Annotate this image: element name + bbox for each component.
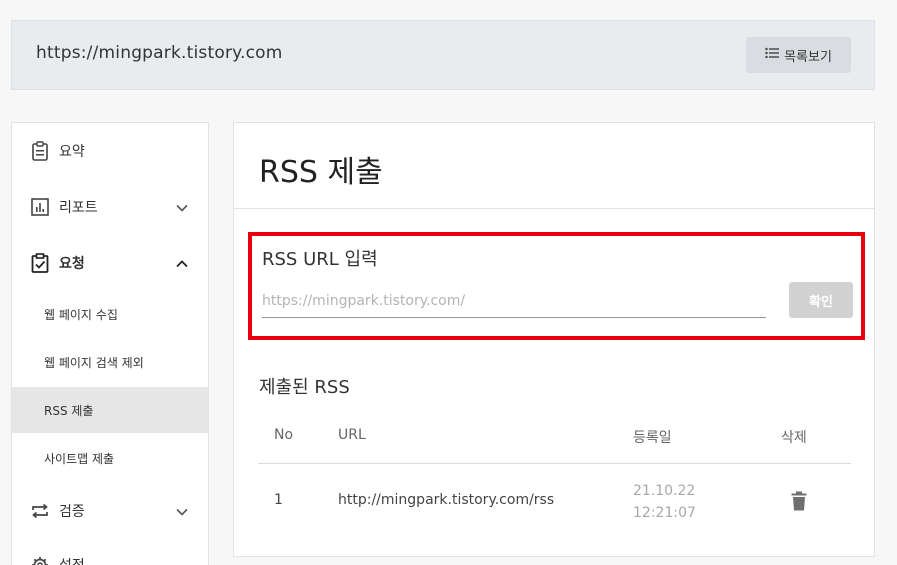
submitted-rss-title: 제출된 RSS [259,377,350,398]
column-header-delete: 삭제 [781,430,807,446]
sidebar-subitem-label: 웹 페이지 수집 [44,307,118,322]
sidebar-subitem-rss-submit[interactable]: RSS 제출 [12,387,208,433]
sidebar-item-label: 설정 [59,555,85,565]
site-url: https://mingpark.tistory.com [36,43,283,63]
chevron-up-icon [176,256,188,272]
list-view-label: 목록보기 [784,49,832,65]
sidebar-item-label: 요청 [59,256,85,272]
sidebar-item-label: 리포트 [59,200,98,216]
sidebar-subitem-sitemap-submit[interactable]: 사이트맵 제출 [12,435,208,481]
chevron-down-icon [176,200,188,216]
sidebar-item-summary[interactable]: 요약 [12,131,208,171]
sidebar-subitem-web-page-exclude[interactable]: 웹 페이지 검색 제외 [12,339,208,385]
sidebar-item-label: 요약 [59,144,85,160]
list-icon [765,47,780,63]
rss-url-input[interactable] [262,284,766,318]
trash-icon[interactable] [791,491,807,515]
repeat-icon [31,501,49,521]
confirm-button[interactable]: 확인 [789,282,853,318]
sidebar-item-label: 검증 [59,504,85,520]
bar-chart-icon [31,197,49,217]
sidebar-subitem-label: 웹 페이지 검색 제외 [44,355,144,370]
rss-input-section: RSS URL 입력 확인 [248,232,865,340]
sidebar-item-report[interactable]: 리포트 [12,187,208,227]
clipboard-icon [31,141,49,161]
table-divider [258,463,851,464]
list-view-button[interactable]: 목록보기 [746,37,851,73]
sidebar-subitem-label: RSS 제출 [44,403,94,418]
divider [234,208,874,209]
page-title: RSS 제출 [259,155,383,190]
sidebar-item-request[interactable]: 요청 [12,243,208,283]
sidebar-item-settings[interactable]: 설정 [12,545,208,565]
sidebar-subitem-label: 사이트맵 제출 [44,451,115,466]
sidebar: 요약 리포트 요청 웹 페이지 수집 웹 페이지 검색 제외 RSS 제출 사이… [11,122,209,565]
column-header-date: 등록일 [633,430,672,446]
sidebar-item-verify[interactable]: 검증 [12,491,208,531]
main-panel: RSS 제출 RSS URL 입력 확인 제출된 RSS No URL 등록일 … [233,122,875,557]
row-date: 21.10.22 12:21:07 [633,483,696,521]
blog-header-bar: https://mingpark.tistory.com 목록보기 [11,20,875,90]
rss-url-label: RSS URL 입력 [262,249,378,270]
gear-icon [31,555,49,565]
column-header-url: URL [338,427,366,443]
row-number: 1 [274,492,283,508]
column-header-no: No [274,427,294,443]
chevron-down-icon [176,504,188,520]
clipboard-check-icon [31,253,49,273]
row-url: http://mingpark.tistory.com/rss [338,492,555,508]
sidebar-subitem-web-page-collect[interactable]: 웹 페이지 수집 [12,291,208,337]
